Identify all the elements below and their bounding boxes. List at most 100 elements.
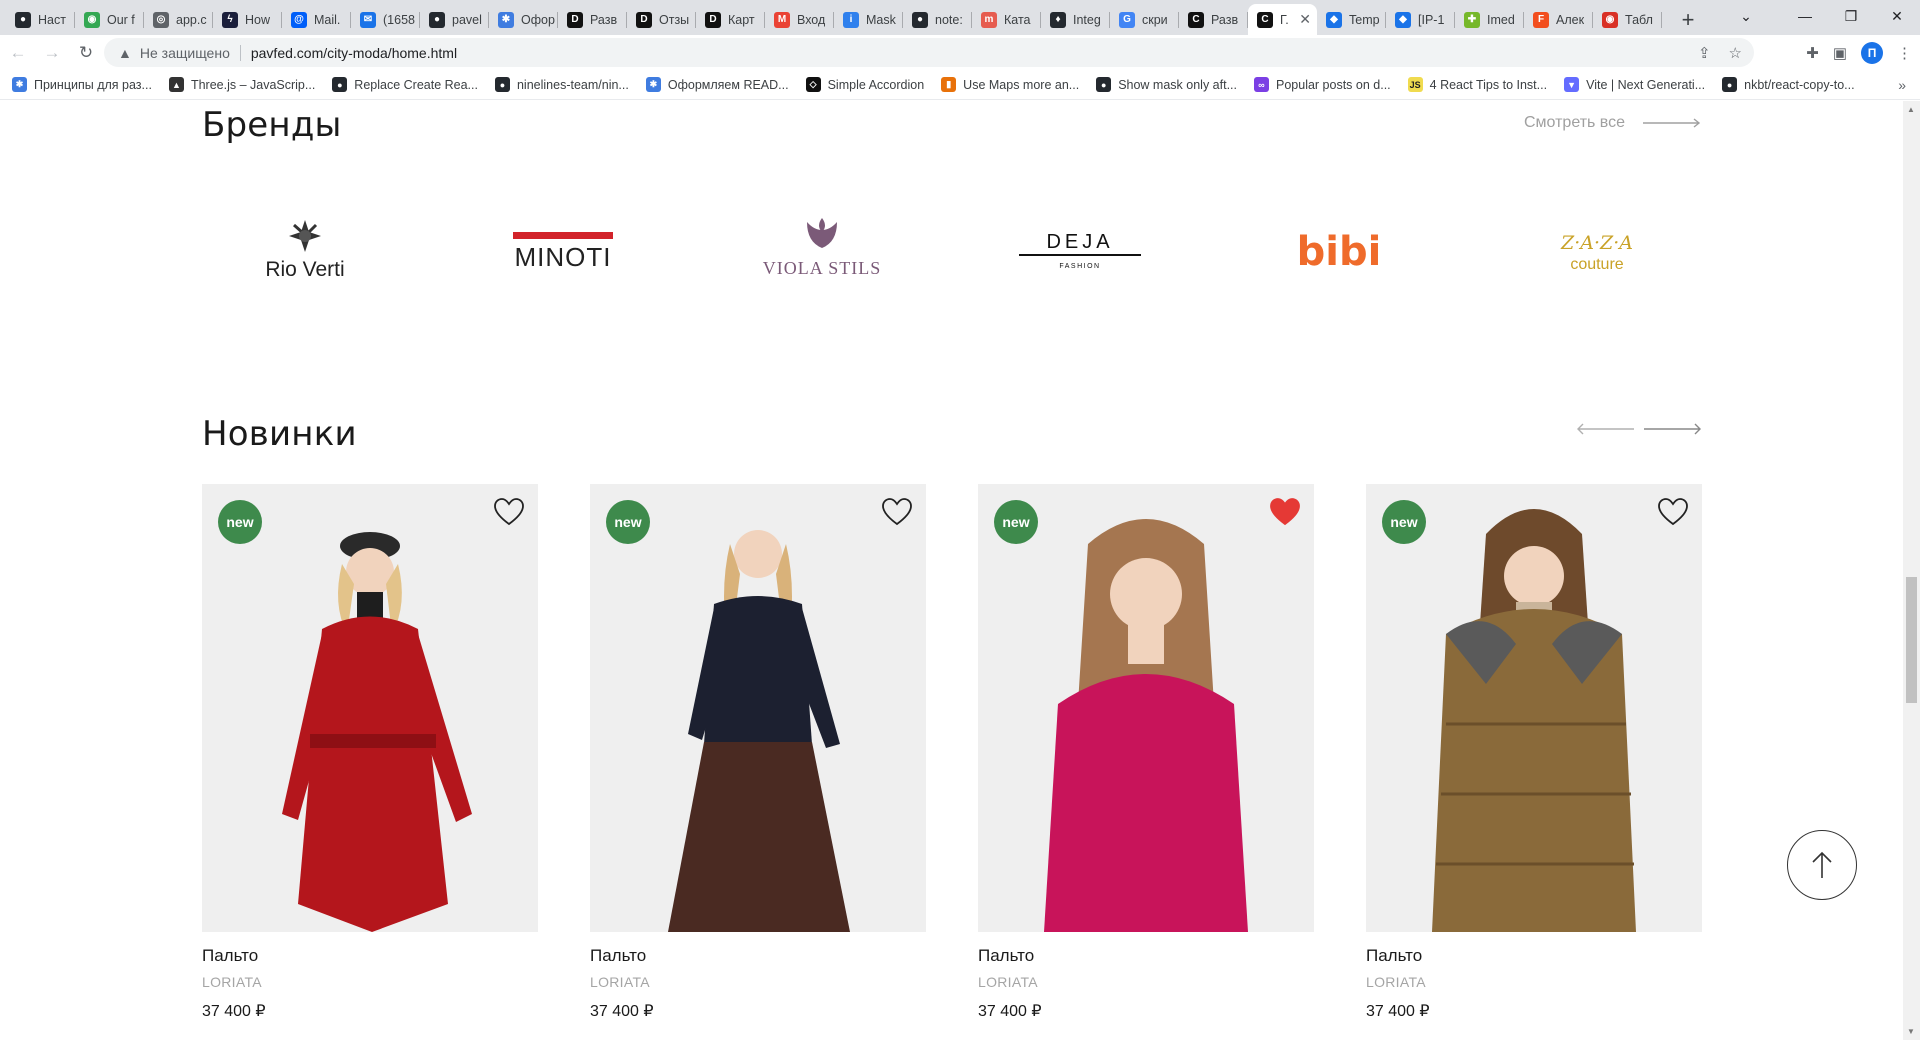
gear-square-icon: ✱ — [645, 77, 661, 92]
tab-9[interactable]: D Отзы — [627, 4, 696, 35]
tab-20[interactable]: ◆ [IP-1 — [1386, 4, 1455, 35]
bookmark-item[interactable]: JS 4 React Tips to Inst... — [1407, 77, 1547, 92]
tab-14[interactable]: m Ката — [972, 4, 1041, 35]
tab-title: note: — [935, 12, 963, 27]
profile-avatar[interactable]: П — [1861, 41, 1883, 64]
gmail-icon: M — [774, 11, 790, 28]
product-card[interactable]: new Пальто LORIATA 37 400 ₽ — [978, 484, 1314, 1021]
tab-15[interactable]: ♦ Integ — [1041, 4, 1110, 35]
product-card[interactable]: new Пальто LORIATA 37 400 ₽ — [1366, 484, 1702, 1021]
arrow-left-icon[interactable] — [1576, 423, 1634, 435]
bookmark-item[interactable]: ● nkbt/react-copy-to... — [1722, 77, 1855, 92]
tab-8[interactable]: D Разв — [558, 4, 627, 35]
see-all-link[interactable]: Смотреть все — [1524, 114, 1701, 132]
brand-logo-minoti[interactable]: MINOTI — [493, 211, 633, 291]
tab-7[interactable]: ✱ Офор — [489, 4, 558, 35]
heart-icon[interactable] — [494, 498, 524, 526]
forward-button[interactable]: → — [36, 37, 68, 69]
tab-17[interactable]: C Разв — [1179, 4, 1248, 35]
arrow-right-icon[interactable] — [1644, 423, 1702, 435]
tab-16[interactable]: Gскри — [1110, 4, 1179, 35]
bookmark-star-icon[interactable]: ☆ — [1729, 44, 1742, 62]
tab-19[interactable]: ◆ Temp — [1317, 4, 1386, 35]
product-image[interactable]: new — [1366, 484, 1702, 932]
tab-3[interactable]: ϟ How — [213, 4, 282, 35]
omnibox[interactable]: ▲ Не защищено pavfed.com/city-moda/home.… — [104, 38, 1754, 67]
bookmark-item[interactable]: ✱ Оформляем READ... — [645, 77, 789, 92]
product-brand: LORIATA — [1366, 974, 1426, 990]
bookmark-item[interactable]: ▼ Vite | Next Generati... — [1564, 77, 1705, 92]
tab-11[interactable]: M Вход — [765, 4, 834, 35]
bookmark-item[interactable]: ▮ Use Maps more an... — [941, 77, 1079, 92]
brand-logo-rio-verti[interactable]: Rio Verti — [235, 211, 375, 291]
tab-13[interactable]: ● note: — [903, 4, 972, 35]
product-card[interactable]: new Пальто LORIATA 37 400 ₽ — [202, 484, 538, 1021]
product-card[interactable]: new Пальто LORIATA 37 400 ₽ — [590, 484, 926, 1021]
menu-icon[interactable]: ⋮ — [1897, 44, 1912, 62]
tab-search-icon[interactable]: ⌄ — [1732, 0, 1760, 32]
product-name[interactable]: Пальто — [590, 946, 926, 966]
scrollbar-thumb[interactable] — [1906, 577, 1917, 703]
tab-0[interactable]: ● Наст — [6, 4, 75, 35]
product-photo-0 — [282, 532, 472, 932]
reload-button[interactable]: ↻ — [70, 37, 102, 69]
tab-22[interactable]: F Алек — [1524, 4, 1593, 35]
scroll-up-icon[interactable]: ▲ — [1907, 105, 1915, 114]
new-tab-button[interactable]: + — [1672, 4, 1704, 35]
tab-12[interactable]: i Mask — [834, 4, 903, 35]
product-name[interactable]: Пальто — [202, 946, 538, 966]
github-icon: ● — [912, 11, 928, 28]
heart-icon[interactable] — [882, 498, 912, 526]
close-tab-icon[interactable]: ✕ — [1297, 11, 1311, 28]
imed-icon: ✚ — [1464, 11, 1480, 28]
omnibox-divider — [239, 44, 241, 61]
scroll-to-top-button[interactable] — [1787, 830, 1857, 900]
tab-5[interactable]: ✉ (1658 — [351, 4, 420, 35]
bookmark-item[interactable]: ▲ Three.js – JavaScrip... — [168, 77, 315, 92]
brand-logo-zaza[interactable]: Z·A·Z·A couture — [1527, 211, 1667, 291]
product-image[interactable]: new — [978, 484, 1314, 932]
bookmark-item[interactable]: ● ninelines-team/nin... — [494, 77, 629, 92]
tab-10[interactable]: D Карт — [696, 4, 765, 35]
brand-logo-viola-stils[interactable]: VIOLA STILS — [752, 211, 892, 291]
scroll-down-icon[interactable]: ▼ — [1907, 1027, 1915, 1036]
tab-18[interactable]: C Г. ✕ — [1248, 4, 1317, 35]
bookmarks-overflow-icon[interactable]: » — [1898, 77, 1906, 93]
bookmark-item[interactable]: ∞ Popular posts on d... — [1254, 77, 1391, 92]
close-window-button[interactable]: ✕ — [1874, 0, 1920, 32]
brand-logo-deja[interactable]: DEJA FASHION — [1010, 211, 1150, 291]
bookmark-item[interactable]: ● Show mask only aft... — [1096, 77, 1237, 92]
tab-1[interactable]: ◉ Our f — [75, 4, 144, 35]
tab-21[interactable]: ✚ Imed — [1455, 4, 1524, 35]
url-text[interactable]: pavfed.com/city-moda/home.html — [251, 45, 457, 61]
product-price: 37 400 ₽ — [978, 1003, 1042, 1020]
product-image[interactable]: new — [590, 484, 926, 932]
restore-button[interactable]: ❐ — [1828, 0, 1874, 32]
bookmark-item[interactable]: ◇ Simple Accordion — [805, 77, 924, 92]
back-button[interactable]: ← — [2, 37, 34, 69]
heart-icon[interactable] — [1270, 498, 1300, 526]
viola-stils-logo: VIOLA STILS — [763, 218, 880, 278]
zaza-logo: Z·A·Z·A couture — [1560, 232, 1633, 273]
new-badge: new — [1382, 500, 1426, 544]
page-scrollbar[interactable]: ▲ ▼ — [1903, 101, 1920, 1040]
bookmark-item[interactable]: ● Replace Create Rea... — [332, 77, 478, 92]
extensions-icon[interactable]: ✚ — [1806, 44, 1819, 62]
share-icon[interactable]: ⇪ — [1698, 44, 1711, 62]
product-image[interactable]: new — [202, 484, 538, 932]
tab-2[interactable]: ◎ app.c — [144, 4, 213, 35]
heart-icon[interactable] — [1658, 498, 1688, 526]
product-name[interactable]: Пальто — [978, 946, 1314, 966]
minimize-button[interactable]: — — [1782, 0, 1828, 32]
tab-title: Отзы — [659, 12, 690, 27]
github-icon: ● — [332, 77, 348, 92]
tab-6[interactable]: ● pavel — [420, 4, 489, 35]
brand-logo-bibi[interactable]: bibi — [1269, 211, 1409, 291]
tab-4[interactable]: @ Mail. — [282, 4, 351, 35]
product-name[interactable]: Пальто — [1366, 946, 1702, 966]
side-panel-icon[interactable]: ▣ — [1833, 44, 1847, 62]
bookmark-item[interactable]: ✱ Принципы для раз... — [12, 77, 152, 92]
product-price: 37 400 ₽ — [590, 1003, 654, 1020]
tab-23[interactable]: ◉ Табл — [1593, 4, 1662, 35]
bookmark-label: ninelines-team/nin... — [516, 77, 629, 92]
